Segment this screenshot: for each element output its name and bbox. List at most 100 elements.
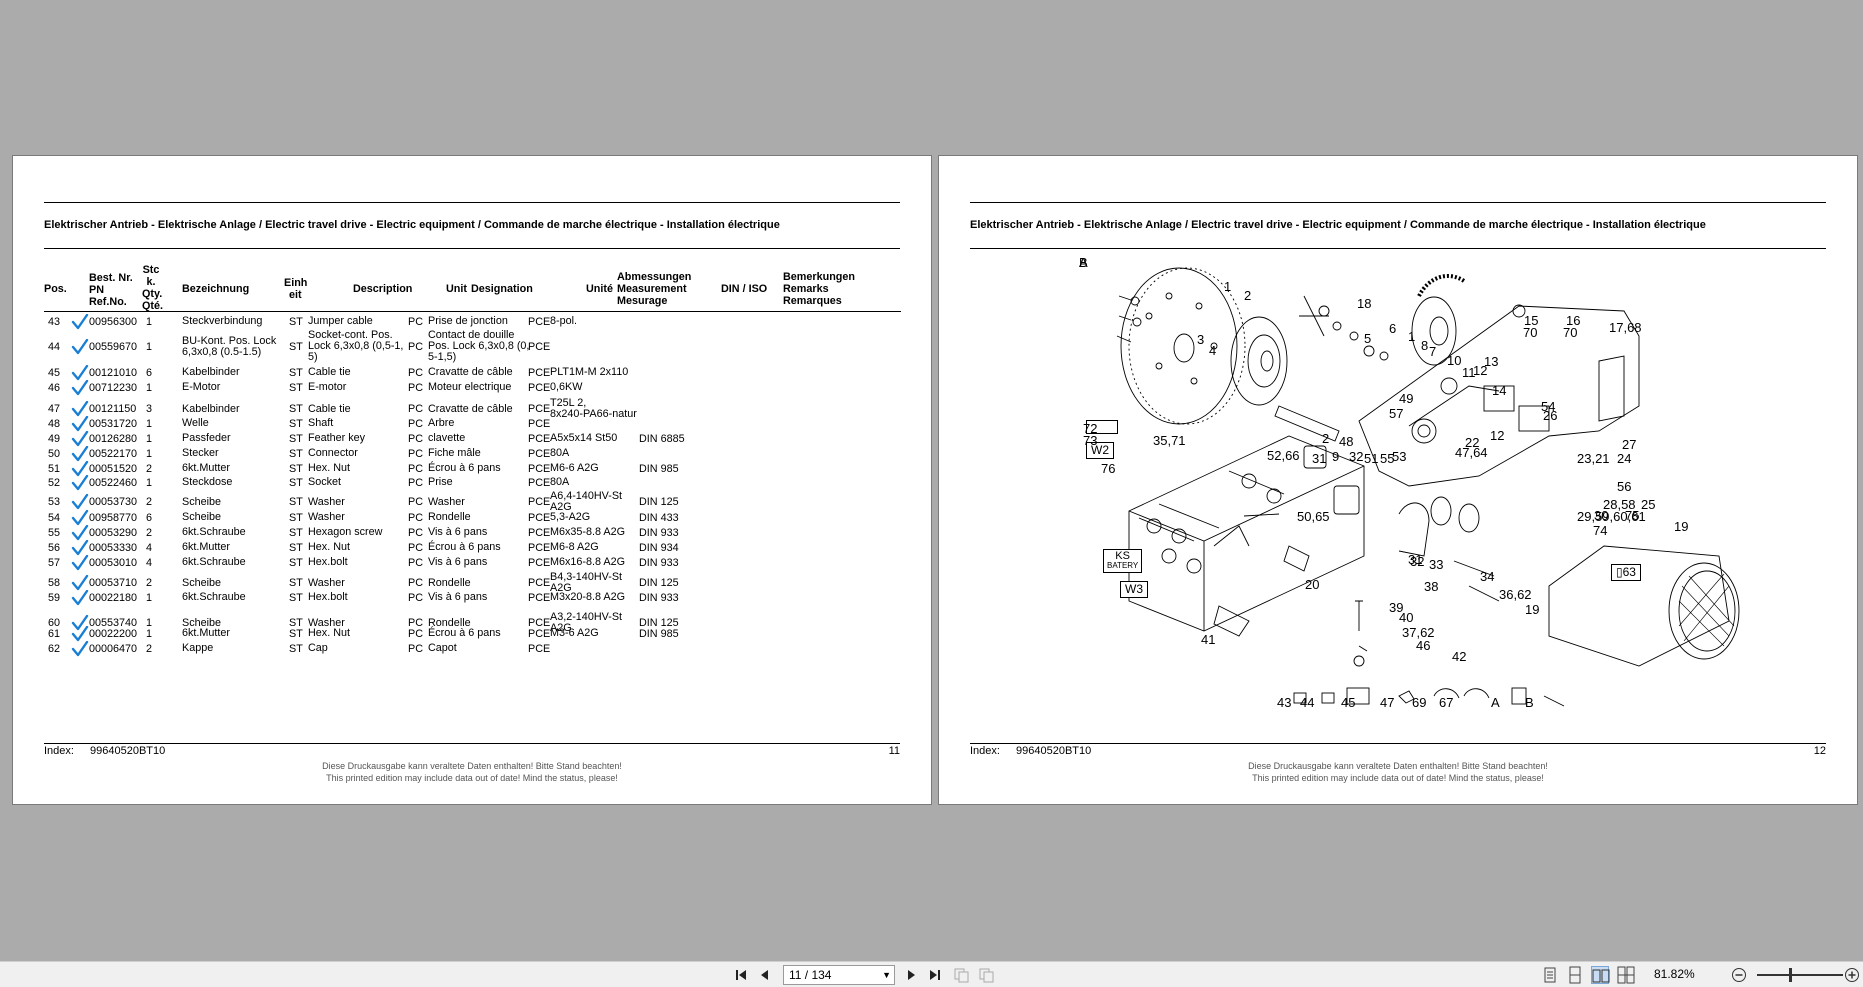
- col-part-no-en: PN: [89, 284, 104, 296]
- row-description: Connector: [308, 448, 358, 459]
- paste-button[interactable]: [977, 966, 995, 984]
- row-bezeichnung-line: Welle: [182, 417, 209, 429]
- continuous-view-button[interactable]: [1566, 966, 1584, 984]
- row-designation-line: Cravatte de câble: [428, 366, 513, 378]
- next-page-button[interactable]: [902, 966, 920, 984]
- row-din: DIN 933: [639, 556, 679, 569]
- label-ks-batery: KS BATERY: [1103, 549, 1143, 573]
- facing-view-button[interactable]: [1591, 966, 1610, 984]
- page-number-field[interactable]: 11 / 134 ▼: [783, 965, 895, 985]
- row-bezeichnung: Stecker: [182, 448, 219, 459]
- callout-label: 10: [1447, 353, 1462, 368]
- copy-button[interactable]: [952, 966, 970, 984]
- header-bottom-rule: [44, 248, 900, 249]
- callout-label: 34: [1480, 569, 1495, 584]
- previous-page-button[interactable]: [756, 966, 774, 984]
- callout-label: 70: [1523, 325, 1538, 340]
- exploded-parts-diagram: W2 KS BATERY W3 ▯63 1 2 3 4 18 5 6 1 8 7 10 11 12 13 1…: [1079, 256, 1839, 726]
- single-page-view-button[interactable]: [1541, 966, 1559, 984]
- continuous-page-icon: [1569, 966, 1581, 984]
- disclaimer-en: This printed edition may include data ou…: [326, 773, 618, 783]
- callout-label: 47: [1380, 695, 1395, 710]
- row-description-line: Hex.bolt: [308, 556, 348, 568]
- row-unit: PC: [408, 417, 423, 430]
- col-part-no-de: Best. Nr.: [89, 272, 133, 284]
- row-pos: 62: [48, 642, 61, 655]
- row-einheit: ST: [289, 381, 303, 394]
- row-pos: 58: [48, 577, 61, 589]
- row-description: Feather key: [308, 433, 365, 444]
- row-bezeichnung-line: Kappe: [182, 642, 214, 654]
- document-page-left: Elektrischer Antrieb - Elektrische Anlag…: [12, 155, 932, 805]
- row-einheit: ST: [289, 526, 303, 539]
- row-einheit: ST: [289, 417, 303, 430]
- zoom-out-icon: [1732, 968, 1746, 982]
- row-description-line: Lock 6,3x0,8 (0,5-1,: [308, 340, 404, 352]
- index-value: 99640520BT10: [90, 745, 166, 757]
- row-bezeichnung: 6kt.Mutter: [182, 628, 230, 639]
- zoom-slider-thumb[interactable]: [1789, 968, 1792, 982]
- row-quantity: 1: [146, 340, 153, 353]
- row-bezeichnung-line: Kabelbinder: [182, 402, 240, 415]
- row-bezeichnung-line: Passfeder: [182, 432, 231, 444]
- checkmark-icon: [71, 524, 89, 541]
- row-bezeichnung: 6kt.Mutter: [182, 463, 230, 474]
- row-pos: 46: [48, 381, 61, 394]
- row-designation: Prise: [428, 477, 453, 488]
- row-unit: PC: [408, 403, 423, 415]
- row-description-line: Hex. Nut: [308, 541, 351, 553]
- first-page-button[interactable]: [733, 966, 751, 984]
- row-din: DIN 125: [639, 577, 679, 589]
- row-quantity: 1: [146, 447, 153, 460]
- zoom-in-button[interactable]: [1843, 966, 1861, 984]
- row-description: Jumper cable: [308, 316, 373, 327]
- facing-continuous-view-button[interactable]: [1617, 966, 1635, 984]
- row-unite: PCE: [528, 526, 551, 539]
- chevron-down-icon[interactable]: ▼: [882, 966, 891, 984]
- row-unit: PC: [408, 381, 423, 394]
- row-pos: 44: [48, 340, 61, 353]
- parts-table: Pos. Best. Nr. PN Ref.No. Stc k. Qty. Qt…: [44, 264, 901, 656]
- row-designation-line: Vis à 6 pans: [428, 591, 488, 603]
- row-unite: PCE: [528, 447, 551, 460]
- col-dimensions: Abmessungen Measurement Mesurage: [617, 271, 691, 307]
- row-dimensions-line: A5x5x14 St50: [550, 432, 618, 444]
- callout-label: 36,62: [1499, 587, 1532, 602]
- row-bezeichnung: Scheibe: [182, 512, 221, 523]
- row-bezeichnung-line: 6kt.Mutter: [182, 462, 231, 474]
- callout-label: A: [1491, 695, 1500, 710]
- row-unite: PCE: [528, 462, 551, 475]
- zoom-out-button[interactable]: [1730, 966, 1748, 984]
- callout-label: 23,21: [1577, 451, 1610, 466]
- row-designation-line: 5-1,5): [428, 351, 457, 363]
- callout-label: 67: [1439, 695, 1454, 710]
- row-quantity: 2: [146, 526, 153, 539]
- row-pos: 51: [48, 462, 61, 475]
- checkmark-icon: [71, 415, 89, 432]
- row-din: DIN 433: [639, 511, 679, 524]
- row-part-number: 00053010: [89, 556, 138, 569]
- row-unit: PC: [408, 642, 423, 655]
- callout-label: 74: [1593, 523, 1608, 538]
- callout-label: 35,71: [1153, 433, 1186, 448]
- row-dimensions-line: 5,3-A2G: [550, 511, 591, 523]
- paste-icon: [979, 968, 994, 983]
- row-part-number: 00022180: [89, 591, 138, 604]
- callout-label: 6: [1389, 321, 1397, 336]
- row-designation: Fiche mâle: [428, 448, 481, 459]
- row-description: Shaft: [308, 418, 333, 429]
- col-unite: Unité: [586, 283, 613, 295]
- row-description-line: Socket: [308, 476, 342, 488]
- row-quantity: 4: [146, 541, 153, 554]
- row-designation: Cravatte de câble: [428, 367, 513, 378]
- callout-label: 73: [1083, 433, 1098, 448]
- copy-icon: [954, 968, 969, 983]
- row-einheit: ST: [289, 496, 303, 508]
- row-part-number: 00956300: [89, 315, 138, 328]
- row-einheit: ST: [289, 591, 303, 604]
- chevron-right-icon: [908, 970, 915, 980]
- last-page-button[interactable]: [925, 966, 943, 984]
- row-bezeichnung: E-Motor: [182, 382, 220, 393]
- zoom-slider[interactable]: [1757, 974, 1843, 976]
- table-row: 61 00022200 1 6kt.Mutter ST Hex. Nut PC Écrou à…: [44, 625, 901, 641]
